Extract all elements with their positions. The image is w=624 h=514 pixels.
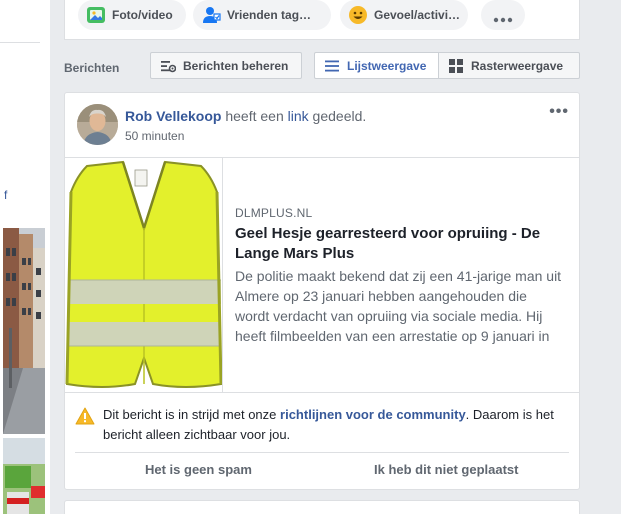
more-horizontal-icon: ••• bbox=[549, 103, 569, 120]
feeling-icon bbox=[348, 5, 368, 25]
post-timestamp[interactable]: 50 minuten bbox=[125, 129, 184, 143]
action-text-pre: heeft een bbox=[225, 108, 284, 124]
manage-posts-label: Berichten beheren bbox=[183, 58, 289, 73]
link-preview[interactable]: DLMPLUS.NL Geel Hesje gearresteerd voor … bbox=[65, 157, 579, 393]
not-posted-button[interactable]: Ik heb dit niet geplaatst bbox=[374, 462, 518, 477]
more-horizontal-icon bbox=[493, 12, 513, 23]
view-toggle-group: Lijstweergave Rasterweergave bbox=[314, 52, 580, 79]
list-view-button[interactable]: Lijstweergave bbox=[314, 52, 439, 79]
link-description: De politie maakt bekend dat zij een 41-j… bbox=[235, 268, 562, 344]
warning-text: Dit bericht is in strijd met onze richtl… bbox=[103, 405, 573, 445]
list-view-icon bbox=[324, 58, 340, 74]
warning-icon bbox=[75, 407, 95, 425]
manage-posts-button[interactable]: Berichten beheren bbox=[150, 52, 302, 79]
photo-video-label: Foto/video bbox=[112, 8, 173, 22]
not-spam-button[interactable]: Het is geen spam bbox=[145, 462, 252, 477]
photo-video-button[interactable]: Foto/video bbox=[78, 0, 186, 30]
post-composer: Foto/video Vrienden tag… Gevoel/activi… bbox=[64, 0, 580, 40]
post-header: Rob Vellekoop heeft een link gedeeld. bbox=[125, 108, 366, 124]
left-link[interactable]: f bbox=[4, 188, 7, 202]
feeling-activity-label: Gevoel/activi… bbox=[374, 8, 461, 22]
list-view-label: Lijstweergave bbox=[347, 58, 427, 73]
tag-friends-button[interactable]: Vrienden tag… bbox=[193, 0, 331, 30]
tag-friends-icon bbox=[201, 5, 221, 25]
grid-view-button[interactable]: Rasterweergave bbox=[438, 52, 580, 79]
post-card: Rob Vellekoop heeft een link gedeeld. 50… bbox=[64, 92, 580, 490]
author-name[interactable]: Rob Vellekoop bbox=[125, 108, 221, 124]
link-thumbnail[interactable] bbox=[65, 158, 223, 392]
settings-sliders-icon bbox=[160, 58, 177, 74]
feeling-activity-button[interactable]: Gevoel/activi… bbox=[340, 0, 468, 30]
divider bbox=[75, 452, 569, 453]
grid-view-label: Rasterweergave bbox=[471, 58, 564, 73]
action-text-post: gedeeld. bbox=[312, 108, 367, 124]
next-post-card bbox=[64, 500, 580, 514]
yellow-vest-image bbox=[65, 158, 222, 392]
canal-houses-photo[interactable] bbox=[3, 228, 45, 434]
more-options-button[interactable] bbox=[481, 0, 525, 30]
election-posters-photo[interactable] bbox=[3, 438, 45, 514]
photo-video-icon bbox=[86, 5, 106, 25]
community-guidelines-link[interactable]: richtlijnen voor de community bbox=[280, 407, 466, 422]
link-title[interactable]: Geel Hesje gearresteerd voor opruiing - … bbox=[235, 224, 569, 264]
posts-section-label: Berichten bbox=[64, 61, 120, 75]
grid-view-icon bbox=[448, 58, 464, 74]
tag-friends-label: Vrienden tag… bbox=[227, 8, 312, 22]
action-link[interactable]: link bbox=[288, 108, 309, 124]
warning-text-pre: Dit bericht is in strijd met onze bbox=[103, 407, 277, 422]
divider bbox=[0, 42, 40, 43]
avatar[interactable] bbox=[77, 104, 118, 145]
post-options-button[interactable]: ••• bbox=[549, 103, 569, 121]
left-column: f bbox=[0, 0, 50, 514]
link-domain: DLMPLUS.NL bbox=[235, 206, 313, 220]
